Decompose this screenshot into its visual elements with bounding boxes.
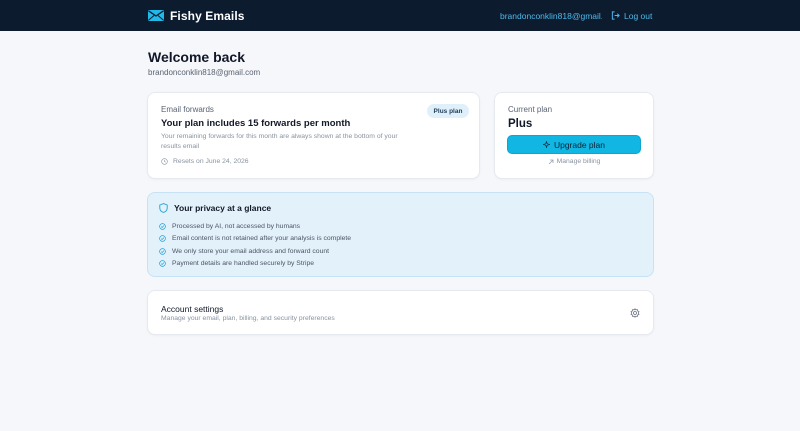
arrow-up-right-icon [548,159,553,164]
gear-icon[interactable] [630,308,640,318]
logout-icon [611,11,620,20]
top-navbar: Fishy Emails brandonconklin818@gmail....… [0,0,800,31]
brand-name: Fishy Emails [170,8,245,23]
manage-billing-link[interactable]: Manage billing [495,158,653,165]
shield-icon [159,203,168,213]
header-user-email[interactable]: brandonconklin818@gmail.... [500,0,602,31]
privacy-title: Your privacy at a glance [174,203,272,213]
current-plan-name: Plus [508,118,533,130]
logout-button[interactable]: Log out [611,0,652,31]
sparkle-icon [542,141,550,148]
current-plan-label: Current plan [508,105,553,114]
list-item: Email content is not retained after your… [159,233,351,246]
account-settings-card[interactable]: Account settings Manage your email, plan… [147,290,654,335]
welcome-email: brandonconklin818@gmail.com [148,68,261,77]
forwards-title: Your plan includes 15 forwards per month [161,118,351,129]
envelope-logo-icon [148,10,164,21]
check-circle-icon [159,248,166,255]
upgrade-plan-button[interactable]: Upgrade plan [507,135,641,154]
upgrade-plan-label: Upgrade plan [553,139,606,150]
account-settings-description: Manage your email, plan, billing, and se… [161,315,335,322]
page-title: Welcome back [148,49,246,65]
privacy-item-text: Processed by AI, not accessed by humans [172,222,301,230]
check-circle-icon [159,260,166,267]
privacy-card: Your privacy at a glance Processed by AI… [147,192,654,277]
list-item: We only store your email address and for… [159,245,351,258]
forwards-reset: Resets on June 24, 2026 [161,158,249,165]
plan-badge: Plus plan [427,104,469,118]
reset-text: Resets on June 24, 2026 [173,158,249,165]
check-circle-icon [159,235,166,242]
forwards-description: Your remaining forwards for this month a… [161,133,398,150]
check-circle-icon [159,223,166,230]
manage-billing-label: Manage billing [556,158,601,165]
list-item: Payment details are handled securely by … [159,258,351,271]
privacy-item-text: We only store your email address and for… [172,247,330,255]
list-item: Processed by AI, not accessed by humans [159,220,351,233]
privacy-item-text: Payment details are handled securely by … [172,260,315,268]
forwards-label: Email forwards [161,105,214,114]
logout-label: Log out [624,10,653,21]
current-plan-card: Current plan Plus Upgrade plan Manage bi… [494,92,654,179]
privacy-list: Processed by AI, not accessed by humans … [159,220,351,270]
privacy-header: Your privacy at a glance [159,203,271,213]
account-settings-title: Account settings [161,304,224,314]
email-forwards-card: Email forwards Your plan includes 15 for… [147,92,480,179]
clock-icon [161,158,168,165]
privacy-item-text: Email content is not retained after your… [172,235,352,243]
brand-logo[interactable]: Fishy Emails [148,0,245,31]
